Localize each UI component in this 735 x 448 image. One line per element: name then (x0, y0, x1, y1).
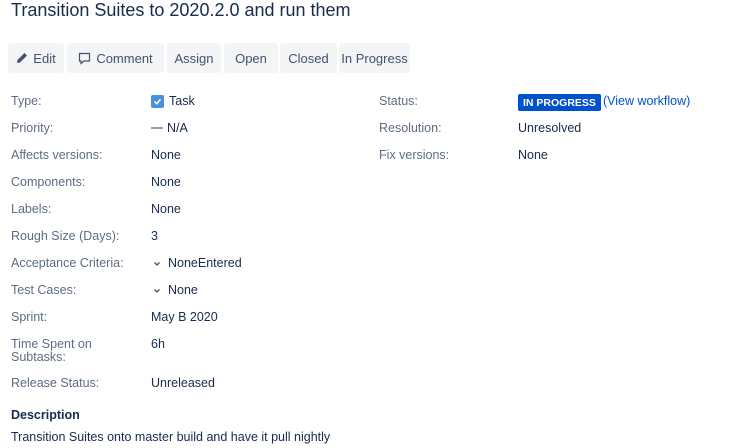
acceptance-criteria-label: Acceptance Criteria: (11, 256, 124, 270)
in-progress-button-label: In Progress (341, 50, 408, 66)
closed-button-label: Closed (288, 50, 329, 66)
affects-versions-label: Affects versions: (11, 148, 103, 162)
resolution-value: Unresolved (518, 121, 582, 135)
resolution-label: Resolution: (379, 121, 442, 135)
status-badge: IN PROGRESS (518, 94, 601, 111)
type-label: Type: (11, 94, 42, 108)
rough-size-label: Rough Size (Days): (11, 229, 120, 243)
sprint-label: Sprint: (11, 310, 48, 324)
comment-button[interactable]: Comment (67, 43, 164, 73)
fix-versions-label: Fix versions: (379, 148, 450, 162)
test-cases-toggle[interactable]: None (153, 283, 198, 297)
in-progress-button[interactable]: In Progress (339, 43, 410, 73)
test-cases-value: None (168, 283, 198, 297)
comment-button-label: Comment (96, 50, 153, 66)
type-value: Task (151, 94, 195, 108)
priority-label: Priority: (11, 121, 54, 135)
view-workflow-link[interactable]: (View workflow) (603, 94, 690, 108)
time-spent-label: Time Spent on (11, 337, 92, 351)
components-label: Components: (11, 175, 86, 189)
labels-value: None (151, 202, 181, 216)
comment-icon (78, 52, 91, 65)
fix-versions-value: None (518, 148, 548, 162)
chevron-down-icon (153, 283, 161, 297)
priority-value: N/A (151, 121, 188, 135)
edit-button-label: Edit (33, 50, 56, 66)
status-label: Status: (379, 94, 418, 108)
open-button[interactable]: Open (224, 43, 278, 73)
pencil-icon (16, 52, 28, 64)
time-spent-value: 6h (151, 337, 165, 351)
closed-button[interactable]: Closed (280, 43, 337, 73)
acceptance-criteria-toggle[interactable]: NoneEntered (153, 256, 242, 270)
type-value-text: Task (169, 94, 195, 108)
open-button-label: Open (235, 50, 267, 66)
chevron-down-icon (153, 256, 161, 270)
description-heading: Description (11, 408, 80, 422)
test-cases-label: Test Cases: (11, 283, 77, 297)
rough-size-value: 3 (151, 229, 158, 243)
components-value: None (151, 175, 181, 189)
edit-button[interactable]: Edit (8, 43, 64, 73)
sprint-value[interactable]: May B 2020 (151, 310, 218, 324)
affects-versions-value: None (151, 148, 181, 162)
time-spent-label-cont: Subtasks: (11, 350, 66, 364)
task-checkbox-icon (151, 94, 164, 108)
assign-button[interactable]: Assign (167, 43, 221, 73)
acceptance-criteria-value: NoneEntered (168, 256, 242, 270)
description-text: Transition Suites onto master build and … (11, 430, 331, 444)
priority-value-text: N/A (167, 121, 188, 135)
priority-dash-icon (151, 127, 163, 129)
release-status-label: Release Status: (11, 376, 100, 390)
issue-title: Transition Suites to 2020.2.0 and run th… (11, 0, 351, 20)
assign-button-label: Assign (174, 50, 214, 66)
labels-label: Labels: (11, 202, 52, 216)
release-status-value: Unreleased (151, 376, 215, 390)
